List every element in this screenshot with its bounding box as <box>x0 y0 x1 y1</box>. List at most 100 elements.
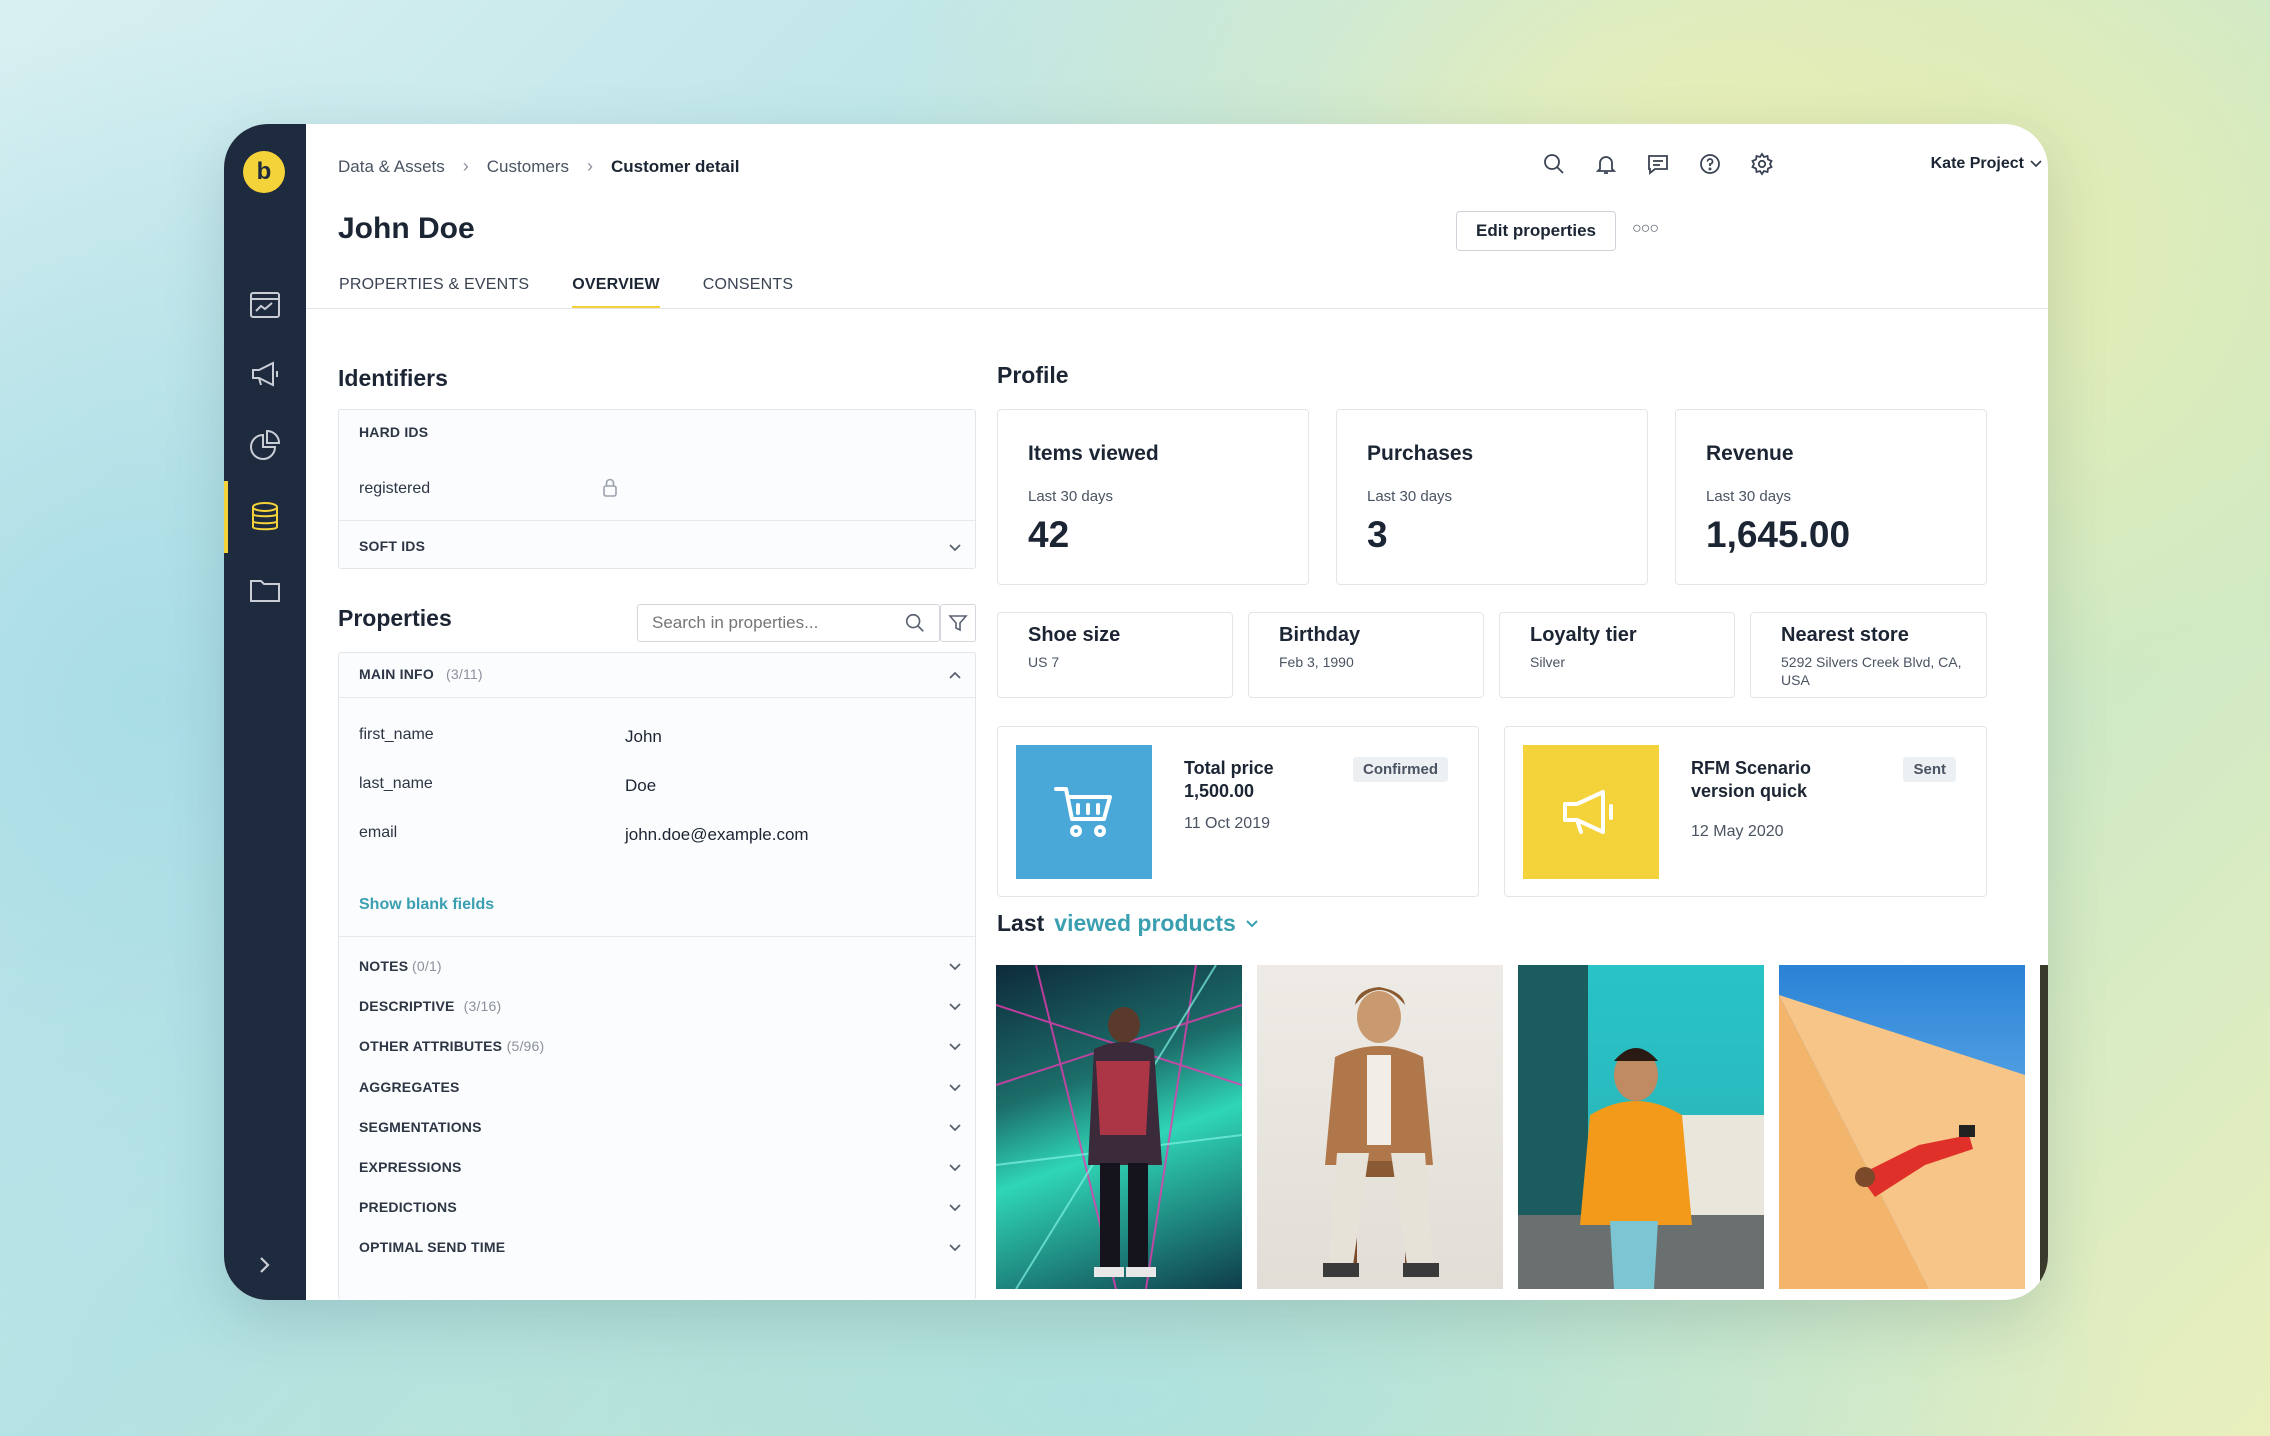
search-icon[interactable] <box>904 612 926 634</box>
project-name: Kate Project <box>1930 155 2024 172</box>
property-group-count: (0/1) <box>412 958 442 974</box>
search-icon[interactable] <box>1542 152 1566 176</box>
property-group-row[interactable]: EXPRESSIONS <box>339 1153 975 1183</box>
attribute-title: Loyalty tier <box>1530 624 1637 646</box>
app-window: b Data & Assets › Customers › Customer d… <box>224 124 2048 1300</box>
property-group-row[interactable]: OPTIMAL SEND TIME <box>339 1233 975 1263</box>
chevron-down-icon[interactable] <box>949 544 961 552</box>
products-type-selector[interactable]: viewed products <box>1054 910 1235 937</box>
property-group-label: OPTIMAL SEND TIME <box>359 1239 506 1256</box>
product-image-partial[interactable] <box>2040 965 2048 1289</box>
folder-icon <box>250 580 280 602</box>
product-photo-1 <box>996 965 1242 1289</box>
property-group-count: (3/16) <box>463 998 502 1015</box>
sidebar-item-assets[interactable] <box>224 554 306 626</box>
product-photo-3 <box>1518 965 1764 1289</box>
edit-properties-button[interactable]: Edit properties <box>1456 211 1616 251</box>
header-icons <box>1542 152 1774 176</box>
shopping-cart-icon <box>1054 787 1112 837</box>
pie-chart-icon <box>250 429 281 460</box>
activity-card-purchase[interactable]: Total price 1,500.00 11 Oct 2019 Confirm… <box>997 726 1479 897</box>
activity-title-line: 1,500.00 <box>1184 781 1255 801</box>
help-icon[interactable] <box>1698 152 1722 176</box>
attribute-card-shoe-size: Shoe size US 7 <box>997 612 1233 698</box>
app-logo[interactable]: b <box>243 151 285 193</box>
breadcrumb-customers[interactable]: Customers <box>487 157 569 177</box>
attribute-value: US 7 <box>1028 654 1060 670</box>
divider <box>339 936 975 937</box>
stat-card-purchases: Purchases Last 30 days 3 <box>1336 409 1648 585</box>
properties-search-input[interactable] <box>638 605 896 641</box>
property-group-row[interactable]: AGGREGATES <box>339 1073 975 1103</box>
chat-icon[interactable] <box>1646 152 1670 176</box>
page-title: John Doe <box>338 212 475 245</box>
property-group-count: (5/96) <box>506 1038 545 1055</box>
chevron-right-icon: › <box>586 156 593 176</box>
activity-title-line: RFM Scenario <box>1691 758 1812 778</box>
attribute-title: Shoe size <box>1028 624 1121 646</box>
property-value[interactable]: John <box>625 727 662 747</box>
filter-button[interactable] <box>940 604 976 642</box>
attribute-title: Nearest store <box>1781 624 1909 646</box>
property-group-row[interactable]: DESCRIPTIVE (3/16) <box>339 992 975 1022</box>
attribute-card-birthday: Birthday Feb 3, 1990 <box>1248 612 1484 698</box>
hard-ids-label: HARD IDS <box>359 424 429 440</box>
identifiers-title: Identifiers <box>338 365 448 391</box>
stat-period: Last 30 days <box>1706 488 1792 505</box>
chevron-down-icon <box>949 1083 961 1091</box>
stat-title: Purchases <box>1367 442 1474 465</box>
chevron-up-icon[interactable] <box>949 671 961 679</box>
property-group-row[interactable]: PREDICTIONS <box>339 1193 975 1223</box>
tab-overview[interactable]: OVERVIEW <box>572 276 660 309</box>
sidebar-item-dashboards[interactable] <box>224 269 306 341</box>
product-image[interactable] <box>1257 965 1503 1289</box>
tab-properties-events[interactable]: PROPERTIES & EVENTS <box>339 276 529 309</box>
chevron-down-icon[interactable] <box>1246 919 1258 928</box>
show-blank-fields-link[interactable]: Show blank fields <box>359 896 494 914</box>
properties-search <box>637 604 940 642</box>
divider <box>339 520 975 521</box>
product-image[interactable] <box>996 965 1242 1289</box>
property-group-label: PREDICTIONS <box>359 1199 457 1216</box>
product-image[interactable] <box>1779 965 2025 1289</box>
tab-consents[interactable]: CONSENTS <box>703 276 794 309</box>
project-switcher[interactable]: Kate Project <box>1931 155 2042 173</box>
settings-gear-icon[interactable] <box>1750 152 1774 176</box>
property-group-row[interactable]: SEGMENTATIONS <box>339 1113 975 1143</box>
profile-title: Profile <box>997 362 1069 388</box>
property-value[interactable]: john.doe@example.com <box>625 825 809 845</box>
main-info-header[interactable]: MAIN INFO (3/11) <box>359 666 483 682</box>
property-group-row[interactable]: NOTES (0/1) <box>339 952 975 982</box>
breadcrumb-current: Customer detail <box>610 156 740 176</box>
activity-card-campaign[interactable]: RFM Scenario version quick 12 May 2020 S… <box>1504 726 1987 897</box>
main-info-count: (3/11) <box>446 666 483 682</box>
attribute-value: 5292 Silvers Creek Blvd, CA, USA <box>1781 654 1962 688</box>
stat-card-revenue: Revenue Last 30 days 1,645.00 <box>1675 409 1987 585</box>
sidebar-item-analyses[interactable] <box>224 409 306 481</box>
property-group-row[interactable]: OTHER ATTRIBUTES (5/96) <box>339 1032 975 1062</box>
breadcrumb-data-assets[interactable]: Data & Assets <box>338 157 445 177</box>
property-key: last_name <box>359 775 433 792</box>
product-image[interactable] <box>1518 965 1764 1289</box>
hard-id-registered: registered <box>359 480 431 497</box>
product-photo-2 <box>1323 987 1439 1277</box>
sidebar-item-data-assets[interactable] <box>224 481 306 553</box>
sidebar-item-campaigns[interactable] <box>224 338 306 410</box>
property-value[interactable]: Doe <box>625 776 656 796</box>
notification-bell-icon[interactable] <box>1594 152 1618 176</box>
property-group-label: OTHER ATTRIBUTES <box>359 1038 503 1055</box>
status-badge: Confirmed <box>1353 757 1448 782</box>
property-group-label: EXPRESSIONS <box>359 1159 462 1175</box>
sidebar-expand-button[interactable] <box>224 1229 306 1300</box>
chevron-down-icon <box>949 1003 961 1011</box>
chevron-down-icon <box>949 1164 961 1172</box>
database-icon <box>252 502 278 531</box>
breadcrumb: Data & Assets › Customers › Customer det… <box>338 156 739 177</box>
filter-icon <box>948 615 968 632</box>
property-group-label: AGGREGATES <box>359 1078 460 1095</box>
property-key: email <box>359 824 398 841</box>
chevron-down-icon <box>949 1244 961 1252</box>
more-options-icon[interactable]: ○○○ <box>1632 220 1659 238</box>
activity-title-line: Total price <box>1184 758 1274 778</box>
chevron-down-icon <box>2030 160 2042 168</box>
